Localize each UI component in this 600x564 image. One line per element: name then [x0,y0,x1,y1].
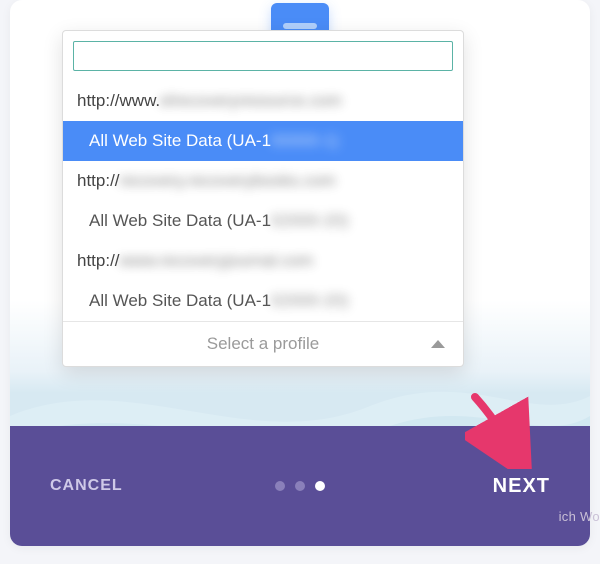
pagination-dots [275,481,325,491]
next-button[interactable]: NEXT [493,475,550,498]
cancel-button[interactable]: CANCEL [50,477,123,495]
profile-group-header: http://recovery.recoverybooks.com [63,161,463,201]
url-obscured: elrecoveryresource.com [160,91,341,111]
profile-id-obscured: 02000-20) [271,291,349,311]
url-prefix: http://www. [77,91,160,111]
profile-option[interactable]: All Web Site Data (UA-102000-20) [63,201,463,241]
profile-id-obscured: 00000-1) [271,131,339,151]
step-dot-active [315,481,325,491]
url-obscured: www.recoveryjournal.com [120,251,314,271]
profile-label: All Web Site Data (UA-1 [89,211,271,231]
profile-search-input[interactable] [73,41,453,71]
profile-option[interactable]: All Web Site Data (UA-100000-1) [63,121,463,161]
profile-option[interactable]: All Web Site Data (UA-102000-20) [63,281,463,321]
profile-label: All Web Site Data (UA-1 [89,131,271,151]
background-text: ich WordPres [559,509,600,524]
step-dot [295,481,305,491]
profile-option-list: http://www.elrecoveryresource.com All We… [63,81,463,321]
url-prefix: http:// [77,171,120,191]
url-obscured: recovery.recoverybooks.com [120,171,336,191]
select-footer-label: Select a profile [207,334,319,354]
caret-up-icon [431,340,445,348]
onboarding-card: http://www.elrecoveryresource.com All We… [10,0,590,546]
profile-group-header: http://www.elrecoveryresource.com [63,81,463,121]
profile-dropdown: http://www.elrecoveryresource.com All We… [62,30,464,367]
search-wrapper [63,31,463,81]
profile-label: All Web Site Data (UA-1 [89,291,271,311]
profile-group-header: http://www.recoveryjournal.com [63,241,463,281]
url-prefix: http:// [77,251,120,271]
select-profile-trigger[interactable]: Select a profile [63,321,463,366]
wizard-footer: CANCEL NEXT [10,426,590,546]
step-dot [275,481,285,491]
profile-id-obscured: 02000-20) [271,211,349,231]
